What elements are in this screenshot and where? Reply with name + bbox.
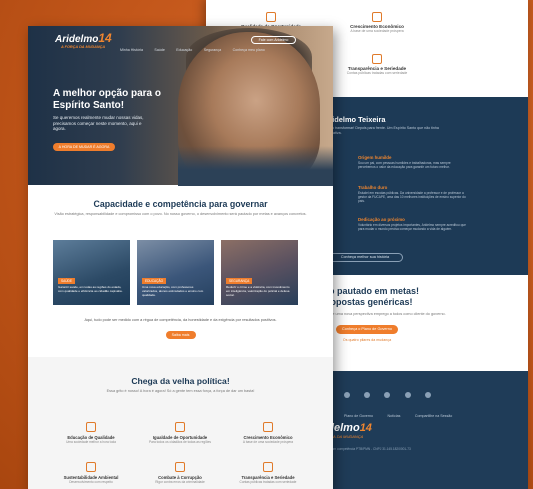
about-block-title: Origem humilde [358, 155, 392, 160]
politics-text: Essa grito é nosso! A hora é agora! Só a… [106, 389, 255, 393]
whatsapp-icon[interactable] [404, 392, 411, 398]
scale-icon [175, 422, 185, 432]
site-logo[interactable]: Aridelmo14 [55, 31, 112, 45]
hero-photo-shirt [178, 146, 333, 186]
capacity-text: Visão estratégica, responsabilidade e co… [54, 212, 307, 216]
about-block-text: Voluntário em diversos projetos importan… [358, 223, 466, 232]
feature-desc: A base de uma sociedade próspera [350, 29, 404, 33]
front-page-mockup: Aridelmo14 A FORÇA DA MUDANÇA Minha Hist… [28, 26, 333, 489]
about-block-title: Trabalho duro [358, 185, 388, 190]
about-block: Dedicação ao próximo Voluntário em diver… [358, 217, 468, 231]
feature-item: Educação de Qualidade Uma sociedade melh… [51, 422, 131, 444]
menu-item-saude[interactable]: Saúde [154, 48, 164, 52]
about-block-title: Dedicação ao próximo [358, 217, 405, 222]
card-badge: EDUCAÇÃO [142, 278, 167, 284]
card-text: Garantir saúde, em todas as regiões do e… [58, 285, 123, 293]
card-badge: SAÚDE [58, 278, 75, 284]
hero-title: A melhor opção para o Espírito Santo! [53, 88, 161, 111]
menu-item-seguranca[interactable]: Segurança [204, 48, 221, 52]
feature-item: Crescimento Econômico A base de uma soci… [228, 422, 308, 444]
feature-item: Sustentabilidade Ambiental Desenvolvimen… [51, 462, 131, 484]
linkedin-icon[interactable] [384, 392, 391, 398]
footer-link[interactable]: Plano de Governo [344, 414, 373, 418]
footer-link[interactable]: Notícias [387, 414, 400, 418]
hero-section: Aridelmo14 A FORÇA DA MUDANÇA Minha Hist… [28, 26, 333, 186]
scale-icon [266, 12, 276, 22]
main-menu: Minha História Saúde Educação Segurança … [120, 38, 272, 56]
about-block-text: Sou um pai, com pessoas humildes e traba… [358, 161, 451, 170]
hero-subtitle: Se queremos realmente mudar nossas vidas… [53, 115, 144, 132]
plan-button[interactable]: Conheça o Plano de Governo [336, 324, 398, 334]
feature-item: Combate à Corrupção Rigor contra erros d… [140, 462, 220, 484]
logo-name: Aridelmo [55, 34, 99, 45]
card-text: Uma nova educação, com professores valor… [142, 285, 204, 297]
logo-number: 14 [98, 31, 112, 45]
eye-icon [372, 54, 382, 64]
feature-desc: Uma sociedade melhor a hora toda [66, 440, 116, 444]
card-badge: SEGURANÇA [226, 278, 253, 284]
feature-desc: Contas públicas tratadas com seriedade [346, 71, 408, 75]
footer-link[interactable]: Compartilhe na Sessão [415, 414, 452, 418]
feature-desc: Contas públicas tratadas com seriedade [239, 480, 297, 484]
feature-desc: Rigor contra erros da criminalidade [155, 480, 205, 484]
leaf-icon [86, 462, 96, 472]
about-lead: Quero transformar! Depois para frente. U… [324, 126, 439, 135]
card-image [53, 240, 130, 305]
feature-desc: Desenvolvimento com respeito [69, 480, 113, 484]
menu-item-educacao[interactable]: Educação [176, 48, 192, 52]
graduation-icon [86, 422, 96, 432]
feature-item: Transparência e Seriedade Contas pública… [332, 54, 422, 75]
about-block: Origem humilde Sou um pai, com pessoas h… [358, 155, 468, 169]
card-educacao[interactable]: EDUCAÇÃO Uma nova educação, com professo… [137, 240, 214, 305]
feature-item: Igualdade de Oportunidade Para todos os … [140, 422, 220, 444]
footer-logo-number: 14 [359, 422, 372, 434]
menu-item-plano[interactable]: Conheça meu plano [233, 48, 265, 52]
capacity-title: Capacidade e competência para governar [93, 199, 268, 209]
feature-desc: Para todos os cidadãos de todas as regiõ… [148, 440, 212, 444]
growth-icon [372, 12, 382, 22]
politics-section: Chega da velha política! Essa grito é no… [28, 376, 333, 394]
facebook-icon[interactable] [343, 392, 350, 398]
feature-desc: A base de uma sociedade próspera [242, 440, 294, 444]
about-title: Aridelmo Teixeira [324, 115, 386, 124]
twitter-icon[interactable] [364, 392, 370, 398]
feature-item: Transparência e Seriedade Contas pública… [228, 462, 308, 484]
contact-button[interactable]: Fale com Aridelmo [251, 36, 296, 44]
card-saude[interactable]: SAÚDE Garantir saúde, em todas as regiõe… [53, 240, 130, 305]
top-nav: Aridelmo14 A FORÇA DA MUDANÇA Minha Hist… [28, 26, 333, 52]
story-button[interactable]: Conheça melhor sua história [327, 253, 403, 262]
feature-item: Crescimento Econômico A base de uma soci… [332, 12, 422, 33]
capacity-section: Capacidade e competência para governar V… [28, 199, 333, 217]
growth-icon [263, 422, 273, 432]
card-seguranca[interactable]: SEGURANÇA Reduzir o crime e a violência,… [221, 240, 298, 305]
menu-item-historia[interactable]: Minha História [120, 48, 143, 52]
measure-text: Aqui, tudo pode ser medido com a régua d… [84, 318, 277, 322]
card-text: Reduzir o crime e a violência, com inves… [226, 285, 290, 297]
hero-cta-button[interactable]: A HORA DE MUDAR É AGORA [53, 143, 115, 151]
logo-tagline: A FORÇA DA MUDANÇA [61, 45, 106, 49]
measure-section: Aqui, tudo pode ser medido com a régua d… [28, 318, 333, 341]
politics-title: Chega da velha política! [131, 376, 230, 386]
shield-icon [175, 462, 185, 472]
learn-more-button[interactable]: Saiba mais [165, 330, 196, 339]
instagram-icon[interactable] [425, 392, 432, 398]
eye-icon [263, 462, 273, 472]
about-block: Trabalho duro Estudei em escolas pública… [358, 185, 468, 204]
about-block-text: Estudei em escolas públicas. Da universi… [358, 191, 466, 204]
